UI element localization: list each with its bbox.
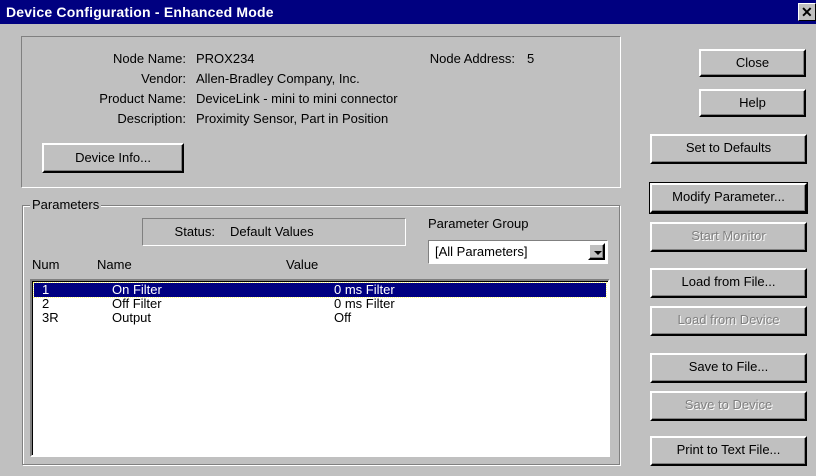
param-value: Off xyxy=(334,310,352,325)
node-name-value: PROX234 xyxy=(196,51,255,66)
set-defaults-button-label: Set to Defaults xyxy=(685,140,772,155)
param-name: Output xyxy=(112,310,152,325)
parameter-list[interactable]: 1 On Filter 0 ms Filter 2 Off Filter 0 m… xyxy=(30,279,610,457)
status-label: Status: xyxy=(174,224,215,239)
load-from-file-button[interactable]: Load from File... xyxy=(650,268,807,298)
param-name: Off Filter xyxy=(112,296,162,311)
description-label: Description: xyxy=(117,111,186,126)
list-item[interactable]: 2 Off Filter 0 ms Filter xyxy=(34,297,606,311)
param-name: On Filter xyxy=(112,282,162,297)
list-item[interactable]: 3R Output Off xyxy=(34,311,606,325)
title-bar: Device Configuration - Enhanced Mode ✕ xyxy=(0,0,816,24)
print-to-text-file-button[interactable]: Print to Text File... xyxy=(650,436,807,466)
node-address-label: Node Address: xyxy=(429,51,515,66)
save-to-device-button[interactable]: Save to Device xyxy=(650,391,807,421)
device-info-panel: Node Name: PROX234 Node Address: 5 Vendo… xyxy=(21,36,621,188)
status-value: Default Values xyxy=(230,224,314,239)
load-from-file-button-label: Load from File... xyxy=(681,274,776,289)
chevron-down-icon[interactable] xyxy=(588,243,605,260)
product-name-value: DeviceLink - mini to mini connector xyxy=(196,91,398,106)
set-defaults-button[interactable]: Set to Defaults xyxy=(650,134,807,164)
parameter-group-select[interactable]: [All Parameters] xyxy=(428,240,608,264)
column-header-num: Num xyxy=(32,257,60,272)
close-button[interactable]: Close xyxy=(699,49,806,77)
parameter-group-selected: [All Parameters] xyxy=(435,244,528,259)
load-from-device-button[interactable]: Load from Device xyxy=(650,306,807,336)
vendor-value: Allen-Bradley Company, Inc. xyxy=(196,71,360,86)
help-button[interactable]: Help xyxy=(699,89,806,117)
modify-parameter-button[interactable]: Modify Parameter... xyxy=(649,182,808,214)
description-value: Proximity Sensor, Part in Position xyxy=(196,111,389,126)
node-name-label: Node Name: xyxy=(113,51,186,66)
save-to-file-button[interactable]: Save to File... xyxy=(650,353,807,383)
close-icon[interactable]: ✕ xyxy=(798,3,816,21)
column-header-value: Value xyxy=(286,257,319,272)
load-from-device-button-label: Load from Device xyxy=(677,312,780,327)
param-num: 3R xyxy=(42,310,59,325)
param-value: 0 ms Filter xyxy=(334,282,395,297)
node-address-value: 5 xyxy=(527,51,535,66)
product-name-label: Product Name: xyxy=(99,91,186,106)
list-item[interactable]: 1 On Filter 0 ms Filter xyxy=(33,282,607,298)
vendor-label: Vendor: xyxy=(141,71,186,86)
device-info-button[interactable]: Device Info... xyxy=(42,143,184,173)
param-num: 2 xyxy=(42,296,50,311)
save-to-device-button-label: Save to Device xyxy=(684,397,773,412)
start-monitor-button-label: Start Monitor xyxy=(691,228,766,243)
parameter-group-label: Parameter Group xyxy=(428,216,529,231)
column-header-name: Name xyxy=(97,257,132,272)
close-button-label: Close xyxy=(735,55,770,70)
print-to-text-file-button-label: Print to Text File... xyxy=(676,442,781,457)
param-num: 1 xyxy=(42,282,50,297)
save-to-file-button-label: Save to File... xyxy=(688,359,769,374)
start-monitor-button[interactable]: Start Monitor xyxy=(650,222,807,252)
param-value: 0 ms Filter xyxy=(334,296,395,311)
status-box: Status: Default Values xyxy=(142,218,406,246)
modify-parameter-button-label: Modify Parameter... xyxy=(672,189,785,204)
window-title: Device Configuration - Enhanced Mode xyxy=(6,4,274,20)
device-info-button-label: Device Info... xyxy=(75,150,151,165)
parameters-group-title: Parameters xyxy=(30,197,102,212)
help-button-label: Help xyxy=(739,95,766,110)
